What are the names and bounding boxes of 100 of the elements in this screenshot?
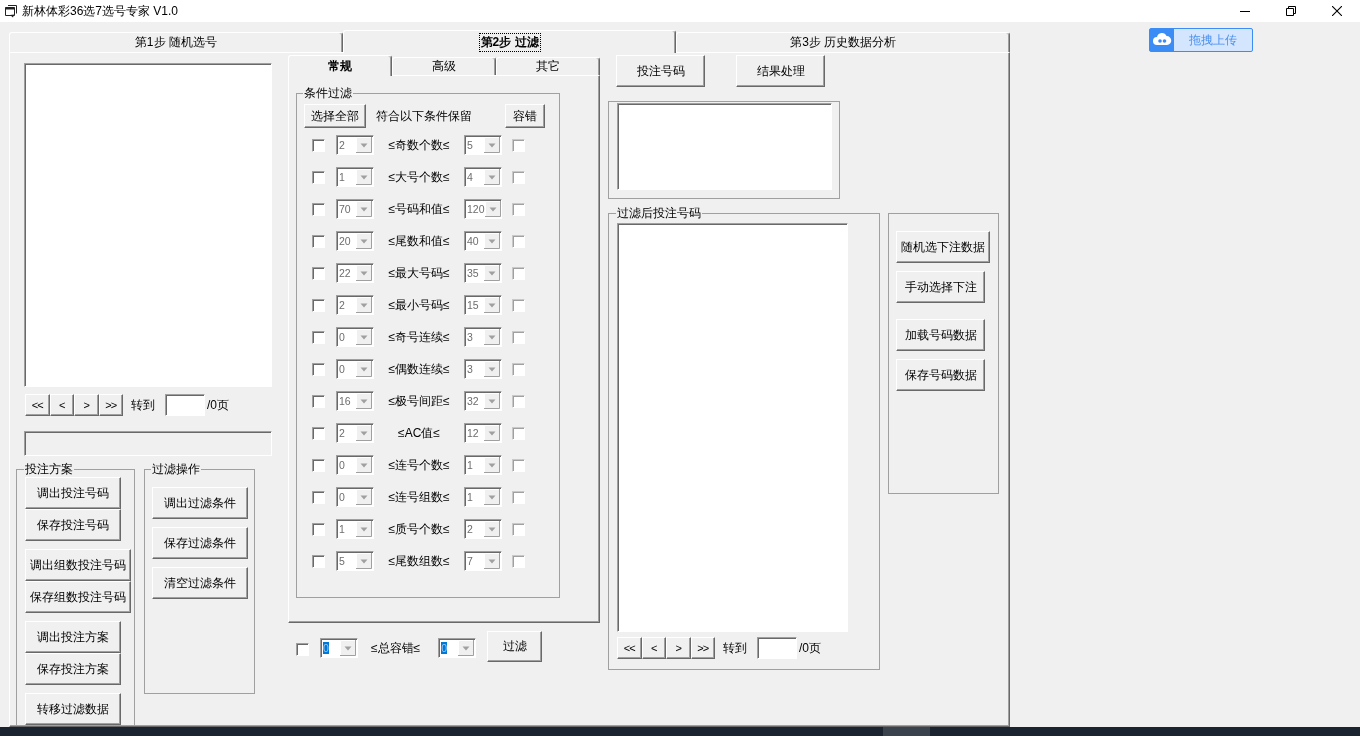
dropdown[interactable]: 40: [464, 231, 502, 251]
checkbox[interactable]: [512, 138, 525, 152]
dropdown[interactable]: 12: [464, 423, 502, 443]
filter-button[interactable]: 过滤: [487, 631, 543, 662]
action-button[interactable]: 投注号码: [616, 55, 705, 87]
dropdown[interactable]: 70: [336, 199, 374, 219]
action-button[interactable]: 结果处理: [736, 55, 825, 87]
bet-plan-button[interactable]: 保存组数投注号码: [25, 581, 131, 613]
checkbox[interactable]: [512, 554, 525, 568]
dropdown[interactable]: 20: [336, 231, 374, 251]
checkbox[interactable]: [312, 522, 325, 536]
tolerance-button[interactable]: 容错: [505, 104, 545, 128]
checkbox[interactable]: [312, 394, 325, 408]
checkbox[interactable]: [312, 426, 325, 440]
dropdown[interactable]: 3: [464, 327, 502, 347]
dropdown[interactable]: 5: [464, 135, 502, 155]
checkbox[interactable]: [512, 522, 525, 536]
minimize-icon[interactable]: [1240, 10, 1250, 12]
select-all-button[interactable]: 选择全部: [304, 104, 366, 128]
bet-plan-button[interactable]: 调出投注号码: [25, 477, 121, 509]
page-button[interactable]: >>: [98, 394, 123, 416]
checkbox[interactable]: [312, 490, 325, 504]
checkbox[interactable]: [512, 394, 525, 408]
checkbox[interactable]: [512, 458, 525, 472]
checkbox[interactable]: [512, 426, 525, 440]
dropdown[interactable]: 0: [336, 327, 374, 347]
checkbox[interactable]: [512, 298, 525, 312]
dropdown[interactable]: 35: [464, 263, 502, 283]
caret-icon: [484, 521, 500, 537]
tab[interactable]: 第3步 历史数据分析: [676, 32, 1010, 52]
checkbox[interactable]: [312, 554, 325, 568]
tab[interactable]: 常规: [288, 55, 392, 76]
filter-action-button[interactable]: 清空过滤条件: [152, 567, 248, 599]
checkbox[interactable]: [312, 298, 325, 312]
dropdown[interactable]: 1: [336, 519, 374, 539]
dropdown[interactable]: 32: [464, 391, 502, 411]
dropdown[interactable]: 2: [336, 295, 374, 315]
filter-action-button[interactable]: 调出过滤条件: [152, 487, 248, 519]
page-input[interactable]: [165, 394, 205, 416]
bet-plan-button[interactable]: 转移过滤数据: [25, 693, 121, 725]
data-button[interactable]: 随机选下注数据: [896, 231, 990, 263]
dropdown[interactable]: 120: [464, 199, 502, 219]
dropdown[interactable]: 0: [336, 359, 374, 379]
dropdown[interactable]: 1: [464, 455, 502, 475]
dropdown[interactable]: 1: [464, 487, 502, 507]
dropdown[interactable]: 0: [336, 455, 374, 475]
tab[interactable]: 第1步 随机选号: [9, 32, 343, 52]
checkbox[interactable]: [512, 490, 525, 504]
dropdown[interactable]: 22: [336, 263, 374, 283]
checkbox[interactable]: [512, 202, 525, 216]
tab[interactable]: 高级: [392, 57, 496, 75]
checkbox[interactable]: [296, 643, 309, 656]
close-icon[interactable]: [1332, 6, 1342, 16]
checkbox[interactable]: [312, 234, 325, 248]
dropdown[interactable]: 15: [464, 295, 502, 315]
checkbox[interactable]: [312, 138, 325, 152]
dropdown[interactable]: 0: [336, 487, 374, 507]
checkbox[interactable]: [312, 202, 325, 216]
bet-plan-button[interactable]: 保存投注号码: [25, 509, 121, 541]
filter-action-button[interactable]: 保存过滤条件: [152, 527, 248, 559]
data-button[interactable]: 保存号码数据: [896, 359, 985, 391]
checkbox[interactable]: [512, 362, 525, 376]
list-box[interactable]: [617, 103, 832, 190]
data-button[interactable]: 手动选择下注: [896, 271, 985, 303]
restore-icon[interactable]: [1286, 6, 1296, 16]
caret-icon: [484, 457, 500, 473]
page-button[interactable]: <<: [25, 394, 50, 416]
dropdown[interactable]: 1: [336, 167, 374, 187]
tab[interactable]: 其它: [496, 57, 600, 75]
page-button[interactable]: >: [74, 394, 99, 416]
page-button[interactable]: <<: [617, 637, 642, 659]
page-input[interactable]: [757, 637, 797, 659]
dropdown[interactable]: 2: [336, 423, 374, 443]
checkbox[interactable]: [312, 266, 325, 280]
checkbox[interactable]: [312, 330, 325, 344]
checkbox[interactable]: [512, 234, 525, 248]
dropdown[interactable]: 16: [336, 391, 374, 411]
checkbox[interactable]: [312, 170, 325, 184]
dropdown[interactable]: 2: [336, 135, 374, 155]
caret-icon: [484, 393, 500, 409]
page-button[interactable]: <: [49, 394, 74, 416]
dropdown[interactable]: 2: [464, 519, 502, 539]
page-button[interactable]: <: [641, 637, 666, 659]
dropdown[interactable]: 7: [464, 551, 502, 571]
dropdown[interactable]: 3: [464, 359, 502, 379]
checkbox[interactable]: [512, 266, 525, 280]
checkbox[interactable]: [512, 330, 525, 344]
checkbox[interactable]: [312, 458, 325, 472]
bet-plan-button[interactable]: 调出组数投注号码: [25, 549, 131, 581]
dropdown[interactable]: 4: [464, 167, 502, 187]
bet-plan-button[interactable]: 保存投注方案: [25, 653, 121, 685]
checkbox[interactable]: [312, 362, 325, 376]
caret-icon: [484, 329, 500, 345]
dropdown[interactable]: 5: [336, 551, 374, 571]
data-button[interactable]: 加载号码数据: [896, 319, 985, 351]
checkbox[interactable]: [512, 170, 525, 184]
bet-plan-button[interactable]: 调出投注方案: [25, 621, 121, 653]
tab[interactable]: 第2步 过滤: [342, 30, 677, 53]
page-button[interactable]: >: [666, 637, 691, 659]
page-button[interactable]: >>: [690, 637, 715, 659]
